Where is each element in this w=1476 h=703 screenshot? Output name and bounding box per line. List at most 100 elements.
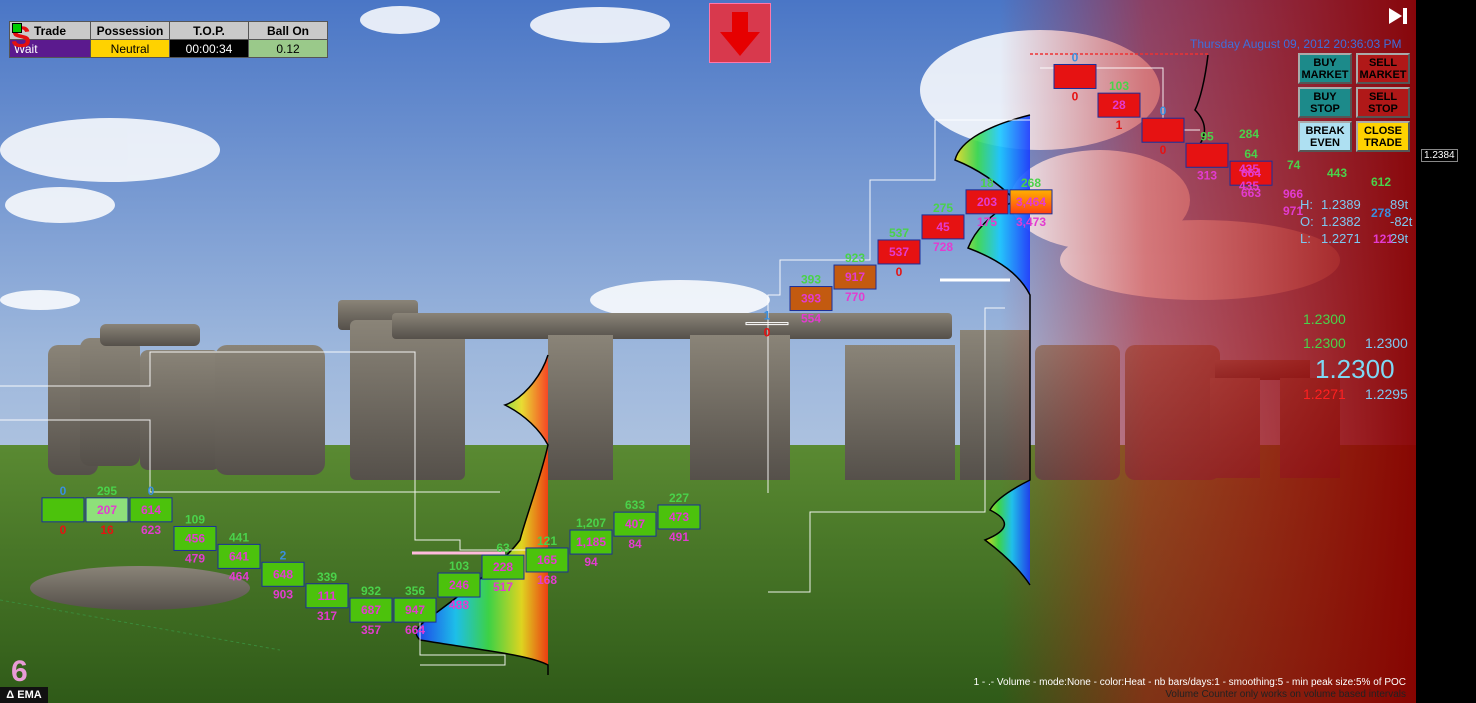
price-box — [41, 497, 85, 523]
box-body-label: 947 — [405, 603, 425, 617]
down-arrow-icon[interactable] — [709, 3, 771, 63]
box-top-label: 275 — [933, 201, 953, 215]
box-top-label: 0 — [1072, 50, 1079, 64]
box-body-label: 1,185 — [576, 535, 606, 549]
right-number-j: 435 — [1239, 179, 1260, 193]
chart-canvas: 00207295166140623456109479 641441464 64829… — [0, 0, 1476, 703]
box-top-label: 537 — [889, 226, 909, 240]
open-value: 1.2382 — [1321, 214, 1361, 229]
box-top-label: 64 — [1244, 147, 1258, 161]
box-bottom-label: 517 — [493, 580, 513, 594]
last-price: 1.2300 — [1315, 354, 1395, 384]
price-box — [1141, 117, 1185, 143]
box-body-label: 641 — [229, 549, 249, 563]
box-body-label: 393 — [801, 292, 821, 306]
box-top-label: 63 — [496, 541, 510, 555]
box-body-label: 111 — [318, 589, 337, 603]
sell-market-button[interactable]: SELL MARKET — [1356, 53, 1410, 84]
box-bottom-label: 168 — [537, 573, 557, 587]
indicator-status-note: Volume Counter only works on volume base… — [1165, 689, 1406, 700]
box-bottom-label: 317 — [317, 609, 337, 623]
datetime: Thursday August 09, 2012 20:36:03 PM — [1190, 37, 1402, 51]
box-bottom-label: 554 — [801, 312, 821, 326]
ball-on-value: 0.12 — [248, 39, 328, 58]
buy-market-button[interactable]: BUY MARKET — [1298, 53, 1352, 84]
box-top-label: 2 — [280, 548, 287, 562]
ema-label[interactable]: Δ EMA — [0, 687, 48, 703]
box-body-label: 407 — [625, 517, 645, 531]
box-bottom-label: 479 — [185, 551, 205, 565]
low-label: L: — [1300, 231, 1311, 246]
box-top-label: 227 — [669, 491, 689, 505]
box-top-label: 95 — [1200, 129, 1214, 143]
bid-price: 1.2271 — [1303, 386, 1346, 402]
price-box — [1185, 142, 1229, 168]
box-bottom-label: 0 — [764, 326, 771, 340]
box-bottom-label: 770 — [845, 290, 865, 304]
box-body-label: 3,464 — [1016, 195, 1046, 209]
box-bottom-label: 84 — [628, 537, 642, 551]
break-even-button[interactable]: BREAK EVEN — [1298, 121, 1352, 152]
sell-stop-button[interactable]: SELL STOP — [1356, 87, 1410, 118]
box-bottom-label: 623 — [141, 523, 161, 537]
ball-on-header: Ball On — [248, 21, 328, 40]
top-value: 00:00:34 — [169, 39, 249, 58]
price-level-3: 1.2300 — [1365, 335, 1408, 351]
box-bottom-label: 175 — [977, 215, 997, 229]
box-top-label: 268 — [1021, 176, 1041, 190]
box-top-label: 356 — [405, 584, 425, 598]
ask-price: 1.2295 — [1365, 386, 1408, 402]
box-bottom-label: 0 — [1160, 143, 1167, 157]
box-bottom-label: 1 — [1116, 118, 1123, 132]
right-number-a: 284 — [1239, 127, 1260, 141]
buy-stop-button[interactable]: BUY STOP — [1298, 87, 1352, 118]
chart-stage: 0 0 207 295 16 614 0 623 456 109 479 641 441 464 648 2 9… — [0, 0, 1476, 703]
box-body-label: 614 — [141, 503, 161, 517]
low-value: 1.2271 — [1321, 231, 1361, 246]
box-bottom-label: 664 — [405, 623, 425, 637]
price-box — [1053, 63, 1097, 89]
close-trade-button[interactable]: CLOSE TRADE — [1356, 121, 1410, 152]
box-bottom-label: 491 — [669, 530, 689, 544]
box-top-label: 295 — [97, 484, 117, 498]
price-level-2: 1.2300 — [1303, 335, 1346, 351]
trade-panel: Trade Possession T.O.P. Ball On Wait Neu… — [9, 21, 328, 58]
box-bottom-label: 464 — [229, 569, 249, 583]
box-bottom-label: 903 — [273, 587, 293, 601]
box-top-label: 109 — [185, 512, 205, 526]
top-header: T.O.P. — [169, 21, 249, 40]
box-bottom-label: 0 — [1072, 89, 1079, 103]
indicator-square — [12, 23, 22, 33]
box-top-label: 121 — [537, 534, 557, 548]
box-body-label: 203 — [977, 195, 997, 209]
box-body-label: 165 — [537, 553, 557, 567]
box-bottom-label: 728 — [933, 240, 953, 254]
box-body-label: 207 — [97, 503, 117, 517]
box-body-label: 687 — [361, 603, 381, 617]
box-bottom-label: 94 — [584, 555, 598, 569]
box-top-label: 633 — [625, 498, 645, 512]
box-bottom-label: 313 — [1197, 168, 1217, 182]
box-body-label: 45 — [936, 220, 950, 234]
box-top-label: 1,207 — [576, 516, 606, 530]
box-top-label: 0 — [60, 484, 67, 498]
box-body-label: 28 — [1112, 98, 1126, 112]
skip-to-end-icon[interactable] — [1387, 5, 1409, 27]
open-ticks: -82t — [1390, 214, 1413, 229]
price-level-1: 1.2300 — [1303, 311, 1346, 327]
possession-header: Possession — [90, 21, 170, 40]
box-bottom-label: 488 — [449, 598, 469, 612]
right-number-h: 121 — [1373, 232, 1394, 246]
right-number-f: 971 — [1283, 204, 1304, 218]
box-top-label: 932 — [361, 584, 381, 598]
box-body-label: 648 — [273, 567, 293, 581]
box-bottom-label: 0 — [896, 265, 903, 279]
box-top-label: 923 — [845, 251, 865, 265]
high-ticks: 89t — [1390, 197, 1409, 212]
box-bottom-label: 0 — [60, 523, 67, 537]
box-body-label: 228 — [493, 560, 513, 574]
current-price-tag: 1.2384 — [1421, 149, 1458, 162]
box-top-label: 18 — [980, 176, 994, 190]
right-number-e: 966 — [1283, 187, 1304, 201]
box-body-label: 246 — [449, 578, 469, 592]
